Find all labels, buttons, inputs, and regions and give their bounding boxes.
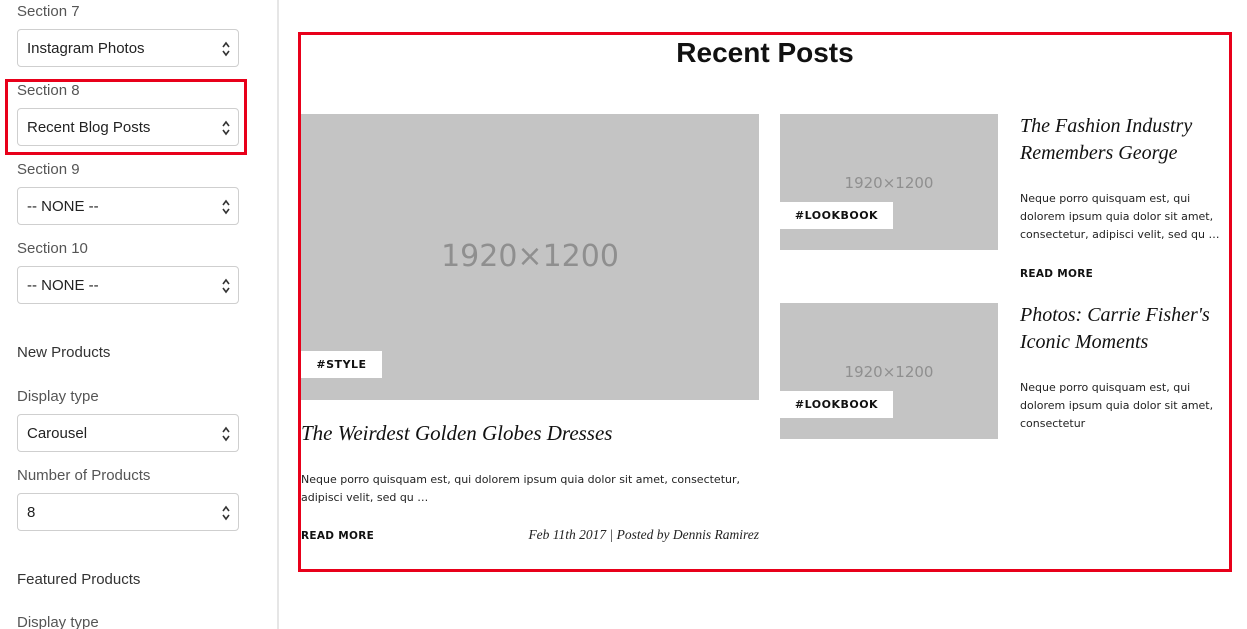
featured-products-display-type-label: Display type xyxy=(17,614,99,629)
featured-post-meta: Feb 11th 2017 | Posted by Dennis Ramirez xyxy=(528,527,759,542)
select-arrows-icon xyxy=(222,278,230,294)
new-products-display-type-label: Display type xyxy=(17,388,99,405)
new-products-heading: New Products xyxy=(17,344,111,361)
section-8-highlight xyxy=(5,79,247,155)
featured-post-image[interactable]: 1920×1200 #STYLE xyxy=(301,114,759,400)
number-of-products-label: Number of Products xyxy=(17,467,151,484)
side-post-1-excerpt: Neque porro quisquam est, qui dolorem ip… xyxy=(1020,192,1220,241)
section-9-value: -- NONE -- xyxy=(27,198,99,215)
image-dimensions-label: 1920×1200 xyxy=(844,174,934,192)
image-dimensions-label: 1920×1200 xyxy=(441,239,619,274)
featured-products-heading: Featured Products xyxy=(17,571,141,588)
featured-post-tag[interactable]: #STYLE xyxy=(301,351,382,378)
new-products-display-type-select[interactable]: Carousel xyxy=(17,414,239,452)
side-post-1-tag[interactable]: #LOOKBOOK xyxy=(780,202,893,229)
select-arrows-icon xyxy=(222,426,230,442)
featured-post-read-more[interactable]: READ MORE xyxy=(301,530,374,542)
recent-posts-highlight: Recent Posts 1920×1200 #STYLE The Weirde… xyxy=(298,32,1232,572)
section-7-select[interactable]: Instagram Photos xyxy=(17,29,239,67)
select-arrows-icon xyxy=(222,505,230,521)
number-of-products-value: 8 xyxy=(27,504,36,521)
featured-post-title[interactable]: The Weirdest Golden Globes Dresses xyxy=(301,420,759,447)
section-10-value: -- NONE -- xyxy=(27,277,99,294)
side-post-2-title[interactable]: Photos: Carrie Fisher's Iconic Moments xyxy=(1020,302,1230,356)
section-7-value: Instagram Photos xyxy=(27,40,145,57)
side-post-1-title-line1: The Fashion Industry xyxy=(1020,115,1193,137)
side-post-2-tag[interactable]: #LOOKBOOK xyxy=(780,391,893,418)
side-post-1-title-line2: Remembers George xyxy=(1020,142,1178,164)
number-of-products-select[interactable]: 8 xyxy=(17,493,239,531)
side-post-1-title[interactable]: The Fashion Industry Remembers George xyxy=(1020,113,1230,167)
image-dimensions-label: 1920×1200 xyxy=(844,363,934,381)
section-9-select[interactable]: -- NONE -- xyxy=(17,187,239,225)
side-post-2-excerpt: Neque porro quisquam est, qui dolorem ip… xyxy=(1020,381,1214,430)
side-post-2-title-line1: Photos: Carrie Fisher's xyxy=(1020,304,1210,326)
section-7-label: Section 7 xyxy=(17,3,80,20)
section-10-label: Section 10 xyxy=(17,240,88,257)
select-arrows-icon xyxy=(222,41,230,57)
section-10-select[interactable]: -- NONE -- xyxy=(17,266,239,304)
section-9-label: Section 9 xyxy=(17,161,80,178)
side-post-1-read-more[interactable]: READ MORE xyxy=(1020,268,1093,280)
side-post-2-image[interactable]: 1920×1200 #LOOKBOOK xyxy=(780,303,998,439)
side-post-2-title-line2: Iconic Moments xyxy=(1020,331,1149,353)
side-post-1-image[interactable]: 1920×1200 #LOOKBOOK xyxy=(780,114,998,250)
featured-post-excerpt: Neque porro quisquam est, qui dolorem ip… xyxy=(301,473,741,504)
display-type-value: Carousel xyxy=(27,425,88,442)
select-arrows-icon xyxy=(222,199,230,215)
recent-posts-title: Recent Posts xyxy=(676,37,854,68)
